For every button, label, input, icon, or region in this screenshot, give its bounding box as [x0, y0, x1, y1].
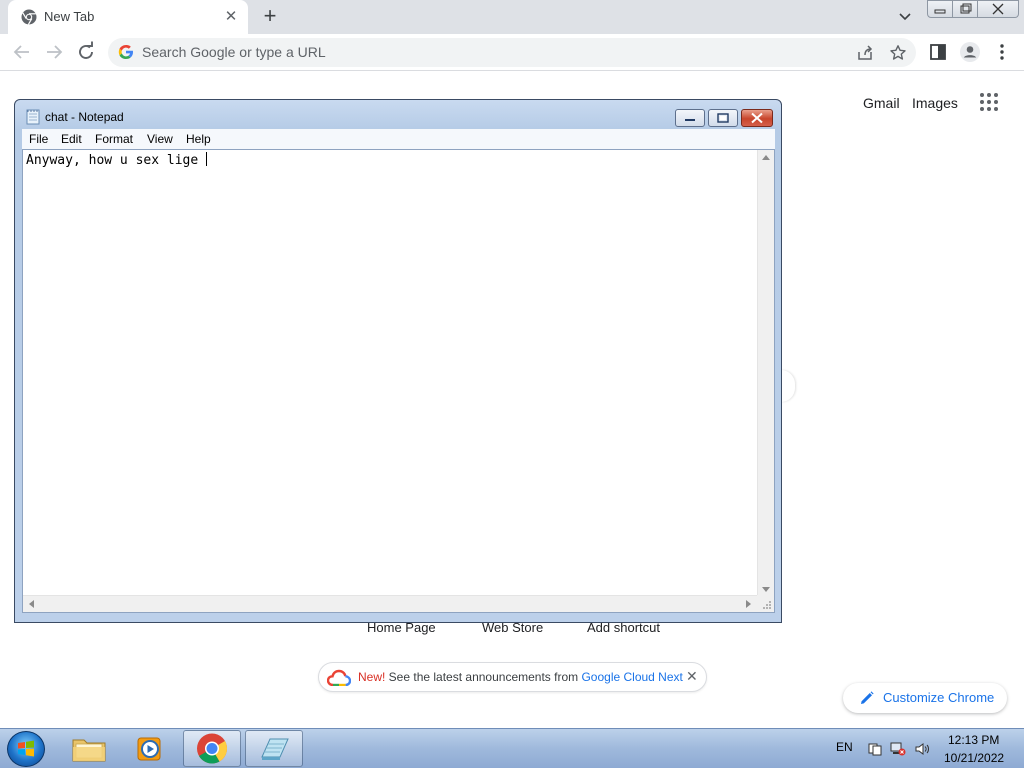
vertical-scrollbar[interactable] [757, 150, 774, 597]
minimize-icon [934, 9, 946, 14]
action-center-flag-icon[interactable] [867, 742, 883, 756]
back-arrow-icon[interactable] [10, 40, 34, 64]
new-tab-button[interactable]: + [258, 5, 282, 29]
taskbar-media-player[interactable] [122, 730, 180, 767]
close-window-button[interactable] [977, 0, 1019, 18]
promo-close-icon[interactable]: ✕ [686, 668, 698, 685]
side-panel-icon[interactable] [926, 40, 950, 64]
minimize-icon [685, 119, 695, 121]
notepad-icon [261, 738, 289, 760]
profile-avatar-icon[interactable] [958, 40, 982, 64]
notepad-content-text: Anyway, how u sex lige [26, 153, 207, 168]
notepad-title: chat - Notepad [45, 110, 124, 124]
text-caret [206, 152, 208, 166]
scroll-right-arrow-icon[interactable] [746, 600, 752, 608]
ntp-side-handle [781, 370, 795, 402]
promo-message: See the latest announcements from [385, 670, 582, 684]
more-menu-icon[interactable] [990, 40, 1014, 64]
taskbar-notepad[interactable] [245, 730, 303, 767]
menu-file[interactable]: File [29, 132, 48, 146]
menu-view[interactable]: View [147, 132, 173, 146]
promo-banner[interactable]: New! See the latest announcements from G… [318, 662, 707, 692]
folder-icon [72, 739, 106, 762]
volume-icon[interactable] [914, 742, 930, 756]
close-icon [751, 112, 763, 124]
menu-edit[interactable]: Edit [61, 132, 82, 146]
tab-search-chevron-icon[interactable] [895, 9, 915, 25]
tab-strip: New Tab ✕ + [0, 0, 1024, 34]
notepad-maximize-button[interactable] [708, 109, 738, 127]
maximize-icon [717, 113, 729, 123]
windows-logo-icon [18, 740, 34, 757]
chrome-favicon-icon [21, 9, 37, 25]
pencil-icon [861, 691, 874, 704]
bookmark-star-icon[interactable] [889, 44, 907, 62]
tab-close-icon[interactable]: ✕ [222, 8, 240, 26]
notepad-menubar: File Edit Format View Help [22, 129, 775, 149]
tab-new-tab[interactable]: New Tab ✕ [8, 0, 248, 34]
promo-text: New! See the latest announcements from G… [358, 670, 683, 684]
language-indicator[interactable]: EN [836, 740, 853, 754]
close-icon [992, 3, 1004, 15]
minimize-button[interactable] [927, 0, 953, 18]
clock-date[interactable]: 10/21/2022 [944, 751, 1004, 765]
scroll-left-arrow-icon[interactable] [28, 600, 34, 608]
notepad-window[interactable]: chat - Notepad File Edit Format View Hel… [14, 99, 782, 623]
forward-arrow-icon[interactable] [42, 40, 66, 64]
customize-chrome-button[interactable]: Customize Chrome [843, 683, 1007, 713]
resize-grip-icon [763, 601, 771, 609]
start-button[interactable] [7, 731, 45, 767]
taskbar: EN 12:13 PM 10/21/2022 [0, 728, 1024, 768]
browser-toolbar: Search Google or type a URL [0, 34, 1024, 71]
notepad-close-button[interactable] [741, 109, 773, 127]
menu-format[interactable]: Format [95, 132, 133, 146]
network-disconnected-icon[interactable] [890, 742, 906, 756]
gmail-link[interactable]: Gmail [863, 95, 900, 111]
notepad-minimize-button[interactable] [675, 109, 705, 127]
promo-link[interactable]: Google Cloud Next [581, 670, 682, 684]
restore-button[interactable] [952, 0, 978, 18]
reload-icon[interactable] [74, 40, 98, 64]
google-g-icon [118, 45, 133, 59]
address-bar[interactable]: Search Google or type a URL [108, 38, 916, 67]
customize-chrome-label: Customize Chrome [883, 690, 995, 705]
taskbar-explorer[interactable] [60, 730, 118, 767]
window-controls [927, 0, 1019, 18]
resize-grip[interactable] [757, 595, 774, 612]
clock-time[interactable]: 12:13 PM [948, 733, 999, 747]
notepad-content[interactable]: Anyway, how u sex lige [26, 152, 208, 168]
share-icon[interactable] [856, 44, 874, 62]
scroll-up-arrow-icon[interactable] [762, 154, 770, 160]
horizontal-scrollbar[interactable] [23, 595, 757, 612]
notepad-app-icon [26, 109, 40, 125]
notepad-text-area[interactable]: Anyway, how u sex lige [22, 149, 775, 613]
images-link[interactable]: Images [912, 95, 958, 111]
google-apps-icon[interactable] [980, 93, 1000, 113]
scroll-down-arrow-icon[interactable] [762, 587, 770, 593]
menu-help[interactable]: Help [186, 132, 211, 146]
address-placeholder: Search Google or type a URL [142, 44, 326, 60]
google-cloud-logo-icon [327, 669, 351, 686]
restore-icon [960, 3, 972, 14]
taskbar-chrome[interactable] [183, 730, 241, 767]
tab-title: New Tab [44, 9, 95, 24]
chrome-icon [197, 733, 227, 764]
promo-new-label: New! [358, 670, 386, 684]
media-player-icon [137, 737, 161, 761]
